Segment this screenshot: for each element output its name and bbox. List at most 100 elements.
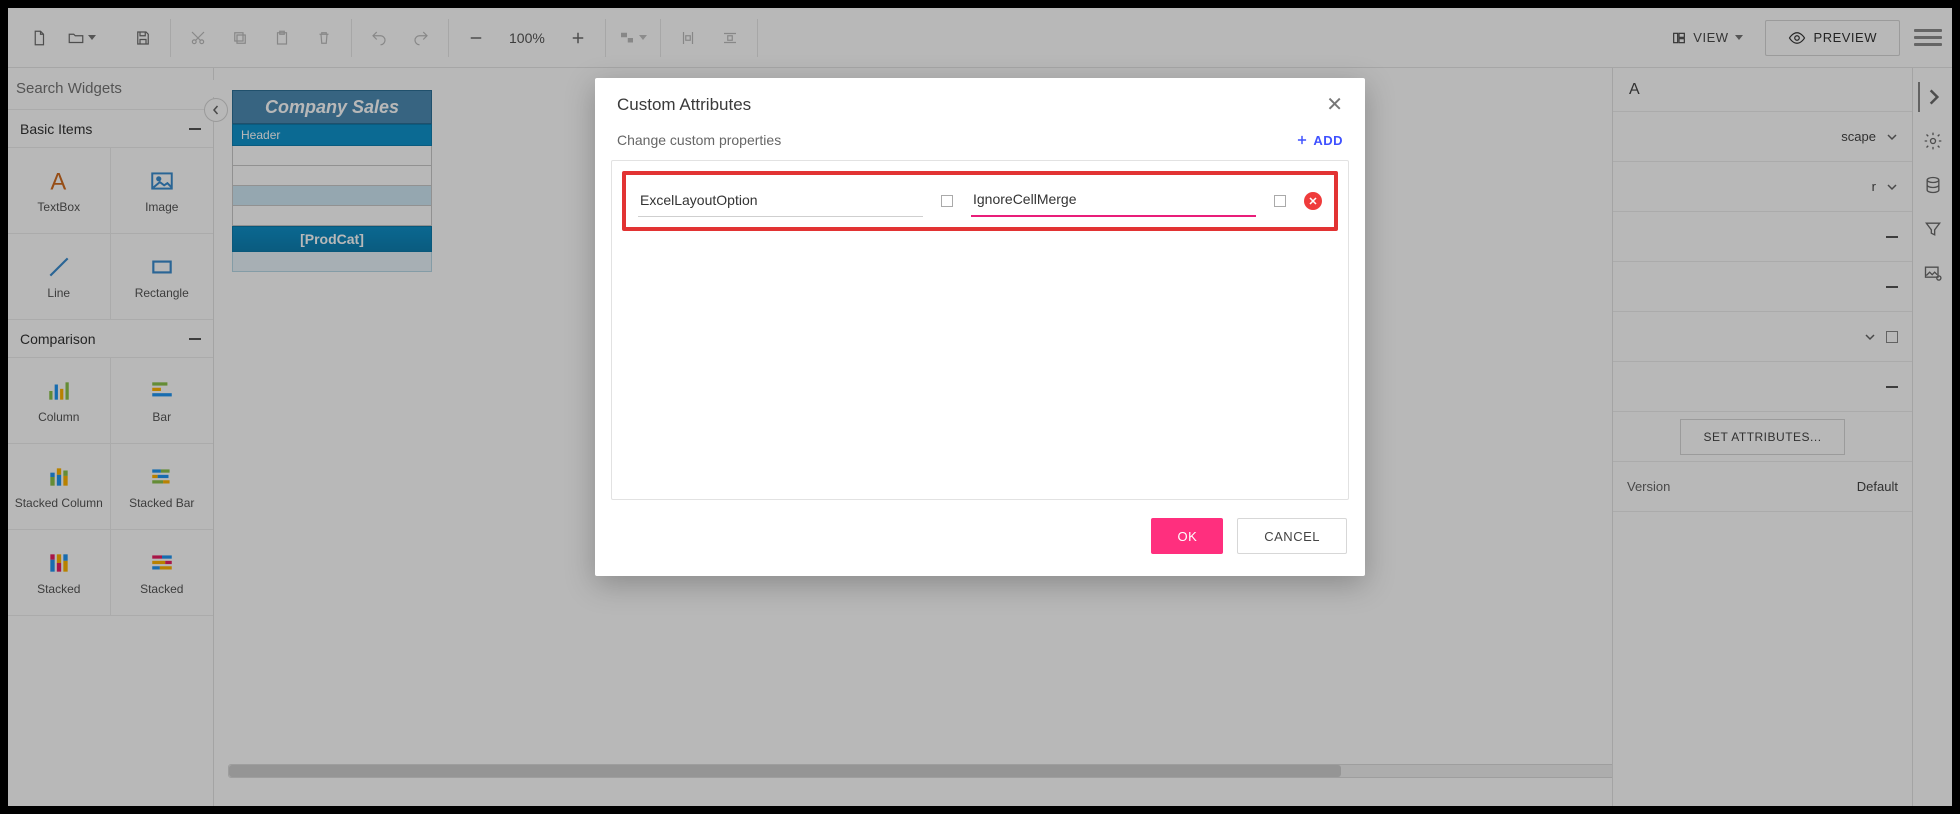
ok-button[interactable]: OK bbox=[1151, 518, 1223, 554]
zoom-in-button[interactable] bbox=[557, 17, 599, 59]
delete-row-button[interactable]: ✕ bbox=[1304, 192, 1322, 210]
widget-textbox[interactable]: A TextBox bbox=[8, 148, 111, 234]
rectangle-icon bbox=[149, 254, 175, 280]
minus-icon bbox=[1886, 286, 1898, 288]
align-button[interactable] bbox=[612, 17, 654, 59]
copy-button[interactable] bbox=[219, 17, 261, 59]
widget-rectangle[interactable]: Rectangle bbox=[111, 234, 214, 320]
database-icon bbox=[1923, 175, 1943, 195]
image-tab[interactable] bbox=[1918, 258, 1948, 288]
category-basic-items[interactable]: Basic Items bbox=[8, 110, 213, 148]
view-dropdown[interactable]: VIEW bbox=[1663, 30, 1750, 46]
stacked-icon bbox=[149, 550, 175, 576]
preview-button[interactable]: PREVIEW bbox=[1765, 20, 1900, 56]
dialog-subtitle: Change custom properties bbox=[617, 132, 781, 148]
settings-tab[interactable] bbox=[1918, 126, 1948, 156]
image-icon bbox=[149, 168, 175, 194]
attribute-key-input[interactable] bbox=[638, 186, 923, 217]
menu-button[interactable] bbox=[1914, 25, 1942, 50]
custom-attributes-dialog: Custom Attributes ✕ Change custom proper… bbox=[595, 78, 1365, 576]
category-comparison[interactable]: Comparison bbox=[8, 320, 213, 358]
report-header-label[interactable]: Header bbox=[232, 124, 432, 146]
horizontal-scrollbar[interactable] bbox=[228, 764, 1733, 778]
prodcat-cell[interactable]: [ProdCat] bbox=[232, 226, 432, 252]
distribute-v-button[interactable] bbox=[709, 17, 751, 59]
widget-bar-chart[interactable]: Bar bbox=[111, 358, 214, 444]
category-label: Comparison bbox=[20, 331, 95, 347]
attribute-row: ✕ bbox=[622, 171, 1338, 231]
delete-button[interactable] bbox=[303, 17, 345, 59]
image-settings-icon bbox=[1923, 263, 1943, 283]
report-table[interactable]: [ProdCat] bbox=[232, 146, 432, 272]
cut-button[interactable] bbox=[177, 17, 219, 59]
chevron-down-icon bbox=[1735, 35, 1743, 40]
line-icon bbox=[46, 254, 72, 280]
collapse-left-button[interactable] bbox=[204, 98, 228, 122]
dialog-title: Custom Attributes bbox=[617, 95, 751, 115]
set-attributes-button[interactable]: SET ATTRIBUTES... bbox=[1680, 419, 1844, 455]
cancel-button[interactable]: CANCEL bbox=[1237, 518, 1347, 554]
stacked-bar-icon bbox=[149, 464, 175, 490]
widget-column-chart[interactable]: Column bbox=[8, 358, 111, 444]
redo-button[interactable] bbox=[400, 17, 442, 59]
stacked-icon bbox=[46, 550, 72, 576]
paste-button[interactable] bbox=[261, 17, 303, 59]
stacked-column-icon bbox=[46, 464, 72, 490]
chevron-down-icon bbox=[1886, 131, 1898, 143]
chevron-left-icon bbox=[211, 105, 221, 115]
add-attribute-button[interactable]: ADD bbox=[1295, 133, 1343, 148]
preview-label: PREVIEW bbox=[1814, 30, 1877, 45]
chevron-down-icon bbox=[88, 35, 96, 40]
widget-stacked-2[interactable]: Stacked bbox=[111, 530, 214, 616]
section-row-3[interactable] bbox=[1613, 312, 1912, 362]
new-file-button[interactable] bbox=[18, 17, 60, 59]
orientation-row[interactable]: scape bbox=[1613, 112, 1912, 162]
properties-panel: A scape r SET ATTRIBUTES... Version Defa… bbox=[1612, 68, 1912, 806]
gear-icon bbox=[1923, 131, 1943, 151]
save-button[interactable] bbox=[122, 17, 164, 59]
widget-stacked-column[interactable]: Stacked Column bbox=[8, 444, 111, 530]
data-tab[interactable] bbox=[1918, 170, 1948, 200]
filter-tab[interactable] bbox=[1918, 214, 1948, 244]
right-tab-strip bbox=[1912, 68, 1952, 806]
section-row-4[interactable] bbox=[1613, 362, 1912, 412]
value-checkbox[interactable] bbox=[1274, 195, 1286, 207]
top-toolbar: 100% VIEW PREVIEW bbox=[8, 8, 1952, 68]
undo-button[interactable] bbox=[358, 17, 400, 59]
chevron-down-icon bbox=[1864, 331, 1876, 343]
collapse-icon bbox=[189, 128, 201, 130]
widgets-panel: Basic Items A TextBox Image Line Rectang… bbox=[8, 68, 214, 806]
expand-tab[interactable] bbox=[1918, 82, 1948, 112]
section-row-2[interactable] bbox=[1613, 262, 1912, 312]
checkbox-icon[interactable] bbox=[1886, 331, 1898, 343]
widget-stacked-1[interactable]: Stacked bbox=[8, 530, 111, 616]
close-button[interactable]: ✕ bbox=[1326, 95, 1343, 115]
chevron-right-icon bbox=[1924, 87, 1944, 107]
paper-row[interactable]: r bbox=[1613, 162, 1912, 212]
search-input[interactable] bbox=[16, 80, 215, 97]
plus-icon bbox=[1295, 133, 1309, 147]
widget-stacked-bar[interactable]: Stacked Bar bbox=[111, 444, 214, 530]
widget-line[interactable]: Line bbox=[8, 234, 111, 320]
minus-icon bbox=[1886, 236, 1898, 238]
bar-chart-icon bbox=[149, 378, 175, 404]
attribute-value-input[interactable] bbox=[971, 185, 1256, 217]
zoom-level: 100% bbox=[497, 30, 557, 46]
filter-icon bbox=[1923, 219, 1943, 239]
view-label: VIEW bbox=[1693, 30, 1728, 45]
open-file-button[interactable] bbox=[60, 17, 102, 59]
key-checkbox[interactable] bbox=[941, 195, 953, 207]
report-title[interactable]: Company Sales bbox=[232, 90, 432, 124]
minus-icon bbox=[1886, 386, 1898, 388]
collapse-icon bbox=[189, 338, 201, 340]
section-row-1[interactable] bbox=[1613, 212, 1912, 262]
column-chart-icon bbox=[46, 378, 72, 404]
properties-title: A bbox=[1613, 68, 1912, 112]
widget-image[interactable]: Image bbox=[111, 148, 214, 234]
svg-text:A: A bbox=[50, 168, 66, 193]
chevron-down-icon bbox=[639, 35, 647, 40]
version-row[interactable]: Version Default bbox=[1613, 462, 1912, 512]
chevron-down-icon bbox=[1886, 181, 1898, 193]
zoom-out-button[interactable] bbox=[455, 17, 497, 59]
distribute-h-button[interactable] bbox=[667, 17, 709, 59]
